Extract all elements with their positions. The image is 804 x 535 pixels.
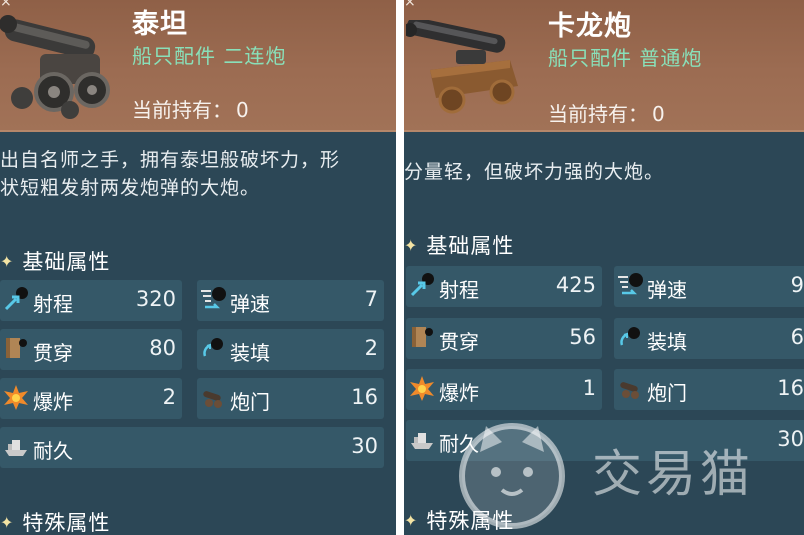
section-basic-attributes: ✦ 基础属性 xyxy=(0,246,110,276)
stat-value: 320 xyxy=(135,287,176,311)
description-line: 出自名师之手，拥有泰坦般破坏力，形 xyxy=(0,149,341,171)
pierce-icon xyxy=(6,338,27,358)
stat-label: 弹速 xyxy=(647,278,687,302)
stat-label: 贯穿 xyxy=(439,330,479,354)
owned-count: 当前持有： 0 xyxy=(548,98,669,127)
carronade-cannon-image xyxy=(406,20,518,114)
stat-value: 2 xyxy=(162,385,176,409)
close-icon[interactable]: × xyxy=(0,0,12,10)
stat-label: 装填 xyxy=(230,341,270,365)
sparkle-icon: ✦ xyxy=(404,511,419,530)
sparkle-icon: ✦ xyxy=(0,513,15,532)
stat-ports: 炮门 16 xyxy=(614,369,804,410)
stat-label: 贯穿 xyxy=(33,341,73,365)
range-icon xyxy=(4,287,28,311)
stat-reload: 装填 2 xyxy=(197,329,384,370)
stat-ports: 炮门 16 xyxy=(197,378,384,419)
stat-range: 射程 320 xyxy=(0,280,182,321)
stat-durability: 耐久 30 xyxy=(0,427,384,468)
range-icon xyxy=(410,273,434,297)
cannon-icon xyxy=(620,382,639,399)
sparkle-icon: ✦ xyxy=(0,252,15,271)
section-special-attributes: ✦ 特殊属性 xyxy=(0,507,110,535)
stat-explode: 爆炸 1 xyxy=(406,369,602,410)
stat-speed: 弹速 9 xyxy=(614,266,804,307)
section-basic-attributes: ✦ 基础属性 xyxy=(404,230,514,260)
stat-value: 6 xyxy=(790,325,804,349)
owned-count: 当前持有： 0 xyxy=(132,94,253,123)
owned-label: 当前持有： xyxy=(132,98,232,122)
reload-icon xyxy=(203,338,223,357)
owned-label: 当前持有： xyxy=(548,102,648,126)
stat-label: 炮门 xyxy=(230,390,270,414)
stat-value: 30 xyxy=(777,427,804,451)
ship-icon xyxy=(5,440,27,456)
stat-value: 16 xyxy=(351,385,378,409)
item-card-carronade: × 卡龙炮 船只配件 普通炮 当前持有： 0 分量轻，但破坏力强的大炮。 ✦ 基础属… xyxy=(404,0,804,535)
stat-value: 425 xyxy=(555,273,596,297)
owned-value: 0 xyxy=(236,98,249,122)
stat-label: 爆炸 xyxy=(439,381,479,405)
section-title: 基础属性 xyxy=(22,250,111,274)
stat-label: 炮门 xyxy=(647,381,687,405)
stat-durability: 耐久 30 xyxy=(406,420,804,461)
stat-value: 1 xyxy=(582,376,596,400)
item-card-titan: × 泰坦 船只配件 二连炮 当前持有： 0 出自名师之手，拥有泰坦般破坏力，形 状… xyxy=(0,0,396,535)
stat-pierce: 贯穿 56 xyxy=(406,318,602,359)
item-name: 卡龙炮 xyxy=(548,11,632,42)
item-type: 船只配件 二连炮 xyxy=(132,44,287,68)
pierce-icon xyxy=(412,327,433,347)
card-header: × 卡龙炮 船只配件 普通炮 当前持有： 0 xyxy=(404,0,804,132)
stat-speed: 弹速 7 xyxy=(197,280,384,321)
stat-label: 装填 xyxy=(647,330,687,354)
stat-label: 耐久 xyxy=(33,439,73,463)
stat-label: 耐久 xyxy=(439,432,479,456)
stat-value: 7 xyxy=(364,287,378,311)
explosion-icon xyxy=(4,385,28,410)
cannon-icon xyxy=(203,391,222,408)
stat-label: 爆炸 xyxy=(33,390,73,414)
stat-explode: 爆炸 2 xyxy=(0,378,182,419)
section-title: 特殊属性 xyxy=(22,511,111,535)
titan-cannon-image xyxy=(0,15,110,119)
stat-reload: 装填 6 xyxy=(614,318,804,359)
speed-icon xyxy=(201,287,226,309)
section-title: 基础属性 xyxy=(426,234,515,258)
sparkle-icon: ✦ xyxy=(404,236,419,255)
section-title: 特殊属性 xyxy=(426,509,515,533)
card-header: × 泰坦 船只配件 二连炮 当前持有： 0 xyxy=(0,0,396,132)
item-type: 船只配件 普通炮 xyxy=(548,46,703,70)
stat-value: 56 xyxy=(569,325,596,349)
stat-value: 30 xyxy=(351,434,378,458)
stat-value: 9 xyxy=(790,273,804,297)
explosion-icon xyxy=(410,376,434,401)
ship-icon xyxy=(411,433,433,449)
reload-icon xyxy=(620,327,640,346)
stat-label: 弹速 xyxy=(230,292,270,316)
stat-label: 射程 xyxy=(33,292,73,316)
description-line: 状短粗发射两发炮弹的大炮。 xyxy=(0,177,261,199)
stat-value: 2 xyxy=(364,336,378,360)
stat-value: 16 xyxy=(777,376,804,400)
item-name: 泰坦 xyxy=(132,9,188,40)
stat-label: 射程 xyxy=(439,278,479,302)
speed-icon xyxy=(618,273,643,295)
stat-value: 80 xyxy=(149,336,176,360)
owned-value: 0 xyxy=(652,102,665,126)
stat-pierce: 贯穿 80 xyxy=(0,329,182,370)
stat-range: 射程 425 xyxy=(406,266,602,307)
item-description: 出自名师之手，拥有泰坦般破坏力，形 状短粗发射两发炮弹的大炮。 xyxy=(0,146,392,202)
section-special-attributes: ✦ 特殊属性 xyxy=(404,505,514,535)
description-line: 分量轻，但破坏力强的大炮。 xyxy=(404,161,665,183)
item-description: 分量轻，但破坏力强的大炮。 xyxy=(404,158,796,186)
close-icon[interactable]: × xyxy=(404,0,416,10)
